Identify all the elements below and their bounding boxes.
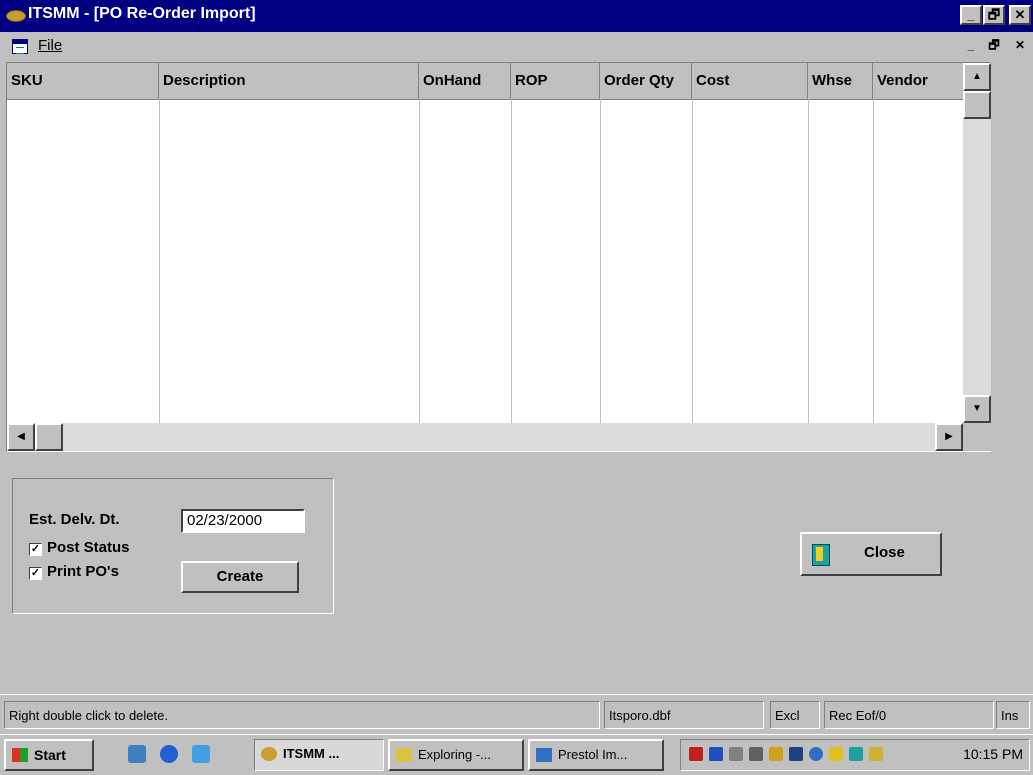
tray-sun-icon[interactable]	[829, 747, 843, 761]
taskbar-itsmm-label: ITSMM ...	[283, 746, 340, 761]
vertical-scrollbar[interactable]: ▲ ▼	[963, 63, 991, 423]
quicklaunch-ie-icon[interactable]	[160, 745, 178, 763]
quicklaunch-channels-icon[interactable]	[192, 745, 210, 763]
col-whse[interactable]: Whse	[808, 63, 873, 99]
col-onhand[interactable]: OnHand	[419, 63, 511, 99]
horizontal-scrollbar[interactable]: ◀ ▶	[7, 423, 963, 451]
grid-divider	[600, 99, 601, 423]
menu-file[interactable]: File	[38, 37, 62, 54]
grid-header: SKU Description OnHand ROP Order Qty Cos…	[7, 63, 963, 100]
col-vendor[interactable]: Vendor	[873, 63, 963, 99]
taskbar-prestol[interactable]: Prestol Im...	[528, 739, 664, 771]
status-hint: Right double click to delete.	[4, 701, 600, 729]
quicklaunch-desktop-icon[interactable]	[128, 745, 146, 763]
tray-network-icon[interactable]	[709, 747, 723, 761]
minimize-icon: _	[967, 7, 975, 22]
close-button-label: Close	[864, 544, 905, 561]
close-icon: ✕	[1014, 7, 1026, 22]
tray-scheduler-icon[interactable]	[869, 747, 883, 761]
horizontal-scroll-thumb[interactable]	[35, 423, 63, 451]
grid-divider	[511, 99, 512, 423]
status-bar: Right double click to delete. Itsporo.db…	[0, 694, 1033, 735]
tray-globe-icon[interactable]	[809, 747, 823, 761]
taskbar-itsmm[interactable]: ITSMM ...	[254, 739, 384, 771]
col-sku[interactable]: SKU	[7, 63, 159, 99]
taskbar-prestol-label: Prestol Im...	[558, 747, 628, 762]
print-pos-checkbox[interactable]: ✓	[29, 567, 42, 580]
status-insert: Ins	[996, 701, 1030, 729]
post-status-label[interactable]: Post Status	[47, 539, 130, 556]
col-description[interactable]: Description	[159, 63, 419, 99]
scroll-up-arrow-icon[interactable]: ▲	[963, 63, 991, 91]
col-rop[interactable]: ROP	[511, 63, 600, 99]
scroll-down-arrow-icon[interactable]: ▼	[963, 395, 991, 423]
tray-app-icon[interactable]	[849, 747, 863, 761]
est-delv-label: Est. Delv. Dt.	[29, 511, 120, 528]
taskbar-exploring-label: Exploring -...	[418, 747, 491, 762]
tray-printer-icon[interactable]	[789, 747, 803, 761]
minimize-button[interactable]: _	[960, 5, 982, 25]
est-delv-date-field[interactable]: 02/23/2000	[181, 509, 305, 533]
child-restore-button[interactable]: 🗗	[983, 37, 1005, 57]
windows-logo-icon	[12, 748, 28, 762]
system-tray: 10:15 PM	[680, 739, 1030, 771]
po-grid[interactable]: SKU Description OnHand ROP Order Qty Cos…	[6, 62, 991, 452]
title-bar[interactable]: ITSMM - [PO Re-Order Import] _ 🗗 ✕	[0, 0, 1033, 32]
start-label: Start	[34, 747, 66, 763]
window-title: ITSMM - [PO Re-Order Import]	[28, 5, 256, 22]
close-icon: ✕	[1014, 38, 1026, 52]
grid-divider	[419, 99, 420, 423]
options-panel: Est. Delv. Dt. 02/23/2000 ✓ Post Status …	[12, 478, 334, 614]
scroll-right-arrow-icon[interactable]: ▶	[935, 423, 963, 451]
menu-bar: File _ 🗗 ✕	[0, 32, 1033, 62]
close-button[interactable]: Close	[800, 532, 942, 576]
status-file: Itsporo.dbf	[604, 701, 764, 729]
close-window-button[interactable]: ✕	[1009, 5, 1031, 25]
taskbar-exploring[interactable]: Exploring -...	[388, 739, 524, 771]
child-minimize-button[interactable]: _	[960, 37, 982, 57]
prestol-icon	[536, 748, 552, 762]
col-order-qty[interactable]: Order Qty	[600, 63, 692, 99]
child-close-button[interactable]: ✕	[1009, 37, 1031, 57]
tray-user-icon[interactable]	[769, 747, 783, 761]
start-button[interactable]: Start	[4, 739, 94, 771]
app-icon[interactable]	[6, 10, 26, 22]
grid-divider	[808, 99, 809, 423]
scroll-corner	[963, 423, 991, 451]
print-pos-label[interactable]: Print PO's	[47, 563, 119, 580]
grid-divider	[873, 99, 874, 423]
minimize-icon: _	[967, 38, 975, 52]
tray-monitor-icon[interactable]	[729, 747, 743, 761]
tray-volume-icon[interactable]	[749, 747, 763, 761]
grid-divider	[692, 99, 693, 423]
restore-icon: 🗗	[988, 38, 1000, 52]
create-button[interactable]: Create	[181, 561, 299, 593]
scroll-left-arrow-icon[interactable]: ◀	[7, 423, 35, 451]
restore-button[interactable]: 🗗	[983, 5, 1005, 25]
explorer-folder-icon	[396, 748, 412, 762]
vertical-scroll-thumb[interactable]	[963, 91, 991, 119]
col-cost[interactable]: Cost	[692, 63, 808, 99]
taskbar: Start ITSMM ... Exploring -... Prestol I…	[0, 734, 1033, 775]
post-status-checkbox[interactable]: ✓	[29, 543, 42, 556]
exit-door-icon	[812, 544, 830, 566]
tray-antivirus-icon[interactable]	[689, 747, 703, 761]
status-mode: Excl	[770, 701, 820, 729]
status-record: Rec Eof/0	[824, 701, 994, 729]
restore-icon: 🗗	[987, 7, 1001, 22]
itsmm-icon	[261, 747, 277, 761]
document-icon[interactable]	[12, 39, 28, 54]
clock[interactable]: 10:15 PM	[963, 746, 1023, 762]
grid-divider	[159, 99, 160, 423]
